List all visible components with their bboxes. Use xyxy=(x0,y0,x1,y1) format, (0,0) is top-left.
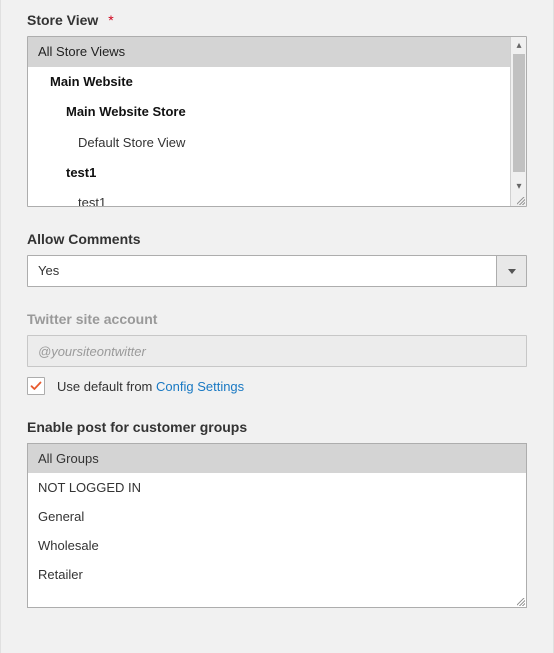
store-view-field: Store View * All Store Views Main Websit… xyxy=(27,12,527,207)
customer-groups-select[interactable]: All Groups NOT LOGGED IN General Wholesa… xyxy=(27,443,527,608)
option-main-website-store[interactable]: Main Website Store xyxy=(28,97,510,127)
option-all-store-views[interactable]: All Store Views xyxy=(28,37,510,67)
config-settings-link[interactable]: Config Settings xyxy=(156,379,244,394)
option-test1-store[interactable]: test1 xyxy=(28,188,510,206)
use-default-prefix: Use default from xyxy=(57,379,156,394)
twitter-label: Twitter site account xyxy=(27,311,527,327)
option-wholesale[interactable]: Wholesale xyxy=(28,531,526,560)
checkmark-icon xyxy=(30,380,42,392)
allow-comments-field: Allow Comments Yes xyxy=(27,231,527,287)
twitter-input xyxy=(27,335,527,367)
dropdown-button[interactable] xyxy=(496,256,526,286)
customer-groups-label: Enable post for customer groups xyxy=(27,419,527,435)
option-not-logged-in[interactable]: NOT LOGGED IN xyxy=(28,473,526,502)
allow-comments-label: Allow Comments xyxy=(27,231,527,247)
option-general[interactable]: General xyxy=(28,502,526,531)
store-view-select[interactable]: All Store Views Main Website Main Websit… xyxy=(27,36,527,207)
store-view-options: All Store Views Main Website Main Websit… xyxy=(28,37,526,206)
scrollbar[interactable]: ▴ ▾ xyxy=(510,37,526,206)
customer-groups-field: Enable post for customer groups All Grou… xyxy=(27,419,527,608)
option-test1-group[interactable]: test1 xyxy=(28,158,510,188)
option-all-groups[interactable]: All Groups xyxy=(28,444,526,473)
resize-grip-icon[interactable] xyxy=(512,595,526,607)
scroll-up-icon[interactable]: ▴ xyxy=(511,37,527,53)
allow-comments-select[interactable]: Yes xyxy=(27,255,527,287)
resize-grip-icon[interactable] xyxy=(512,194,526,206)
use-default-label: Use default from Config Settings xyxy=(57,379,244,394)
allow-comments-value: Yes xyxy=(28,256,496,286)
twitter-field: Twitter site account Use default from Co… xyxy=(27,311,527,395)
option-retailer[interactable]: Retailer xyxy=(28,560,526,589)
required-asterisk: * xyxy=(108,12,113,28)
form-panel: Store View * All Store Views Main Websit… xyxy=(0,0,554,653)
option-main-website[interactable]: Main Website xyxy=(28,67,510,97)
store-view-label-text: Store View xyxy=(27,12,98,28)
scroll-down-icon[interactable]: ▾ xyxy=(511,178,527,194)
store-view-label: Store View * xyxy=(27,12,527,28)
chevron-down-icon xyxy=(508,269,516,274)
scrollbar-thumb[interactable] xyxy=(513,54,525,172)
use-default-checkbox[interactable] xyxy=(27,377,45,395)
option-default-store-view[interactable]: Default Store View xyxy=(28,128,510,158)
use-default-row: Use default from Config Settings xyxy=(27,377,527,395)
